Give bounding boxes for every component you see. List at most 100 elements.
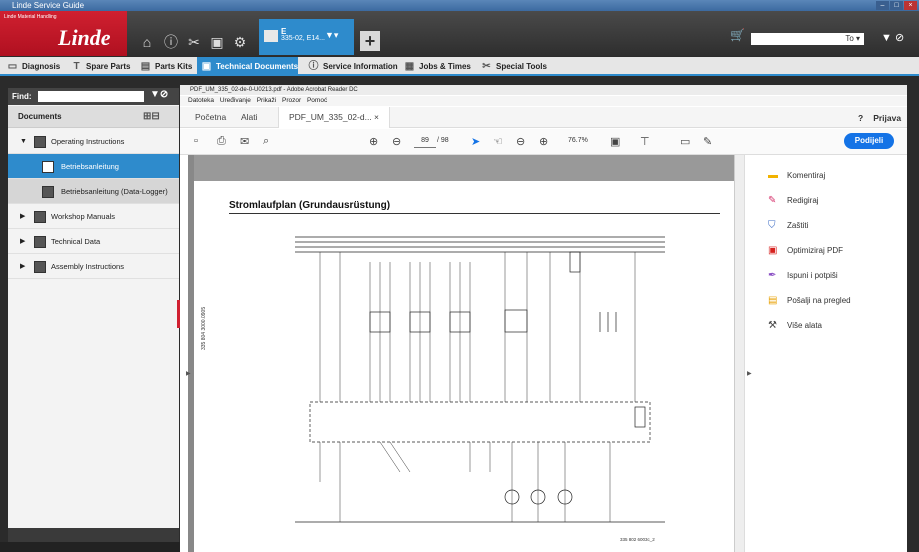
tool-redact[interactable]: ✎ Redigiraj (768, 195, 819, 206)
gear-icon[interactable]: ⚙ (231, 33, 249, 51)
minimize-button[interactable]: – (876, 1, 889, 10)
global-search-input[interactable]: To ▾ (751, 33, 864, 45)
filter-icon[interactable]: ▼ ⊘ (881, 31, 904, 44)
tool-protect[interactable]: ⛉ Zaštiti (768, 220, 808, 231)
chevron-right-icon[interactable]: ▶ (20, 229, 25, 254)
draw-icon[interactable]: ✎ (703, 135, 712, 148)
tool-optimize[interactable]: ▣ Optimiziraj PDF (768, 245, 843, 256)
tab-tools[interactable]: Alati (241, 107, 258, 128)
tree-view-icon[interactable]: ⊞⊟ (143, 111, 160, 122)
tool-fill-sign[interactable]: ✒ Ispuni i potpiši (768, 270, 838, 281)
forklift-icon (264, 30, 278, 42)
collapse-right-icon[interactable]: ▶ (747, 370, 752, 377)
tab-technical-documents[interactable]: ▣ Technical Documents (197, 57, 298, 76)
zoom-in-icon[interactable]: ⊕ (539, 135, 548, 148)
tree-item-betriebsanleitung-data-logger[interactable]: Betriebsanleitung (Data-Logger) (8, 179, 179, 204)
maximize-button[interactable]: □ (890, 1, 903, 10)
tree-item-technical-data[interactable]: ▶ Technical Data (8, 229, 179, 254)
zoom-select[interactable]: 76.7% (568, 134, 588, 148)
filter-icon[interactable]: ▼⊘ (150, 89, 168, 100)
info-icon: ⓘ (308, 61, 319, 73)
tab-home[interactable]: Početna (195, 107, 226, 128)
sign-in-link[interactable]: ? Prijava (858, 113, 901, 123)
select-cursor-icon[interactable]: ➤ (471, 135, 480, 148)
share-button[interactable]: Podijeli (844, 133, 894, 149)
acrobat-menubar[interactable]: Datoteka Uređivanje Prikaži Prozor Pomoć (180, 96, 907, 106)
tree-item-operating-instructions[interactable]: ▼ Operating Instructions (8, 129, 179, 154)
home-icon[interactable]: ⌂ (138, 33, 156, 51)
prev-page-icon[interactable]: ⊕ (369, 135, 378, 148)
tab-diagnosis[interactable]: ▭ Diagnosis (3, 57, 63, 76)
share-label: Podijeli (854, 136, 884, 145)
tree-item-betriebsanleitung[interactable]: Betriebsanleitung (8, 154, 179, 179)
zoom-out-icon[interactable]: ⊖ (516, 135, 525, 148)
tool-send-review[interactable]: ▤ Pošalji na pregled (768, 295, 851, 306)
acrobat-tabs: Početna Alati PDF_UM_335_02-d... × (180, 107, 907, 128)
main-tabbar: ▭ Diagnosis T Spare Parts ▤ Parts Kits ▣ Tec… (0, 57, 919, 76)
tool-label: Komentiraj (787, 171, 826, 180)
tab-label: Parts Kits (155, 62, 193, 71)
chevron-right-icon[interactable]: ▶ (20, 204, 25, 229)
tab-document[interactable]: PDF_UM_335_02-d... × (278, 107, 391, 128)
collapse-left-icon[interactable]: ▶ (186, 370, 191, 377)
tab-label: Jobs & Times (419, 62, 471, 71)
vertical-scrollbar[interactable] (734, 155, 744, 552)
tab-spare-parts[interactable]: T Spare Parts (67, 57, 130, 76)
tool-label: Redigiraj (787, 196, 819, 205)
wiring-schematic (295, 236, 665, 523)
add-context-button[interactable]: + (360, 31, 380, 51)
acrobat-toolbar: ▫ ⎙ ✉ ⌕ ⊕ ⊖ ➤ ☜ ⊖ ⊕ ▣ ⊤ ▭ ✎ (180, 129, 907, 155)
brand-name: Linde (58, 25, 111, 50)
panel-footer (8, 528, 179, 542)
tab-label: Special Tools (496, 62, 547, 71)
hand-tool-icon[interactable]: ☜ (493, 135, 503, 148)
email-icon[interactable]: ✉ (240, 135, 249, 148)
comment-icon: ▬ (768, 170, 778, 181)
book-icon (34, 136, 46, 148)
tree-item-workshop-manuals[interactable]: ▶ Workshop Manuals (8, 204, 179, 229)
tools-icon: ✂ (482, 61, 491, 73)
book-icon (34, 211, 46, 223)
comment-icon[interactable]: ▭ (680, 135, 690, 148)
tool-more-tools[interactable]: ⚒ Više alata (768, 320, 822, 331)
info-icon[interactable]: ⓘ (162, 33, 180, 51)
sign-in-label: Prijava (873, 113, 902, 123)
page-number-input[interactable]: 89 (414, 134, 436, 148)
help-icon[interactable]: ? (858, 113, 863, 123)
tree-label: Workshop Manuals (51, 212, 116, 221)
parts-icon: T (73, 61, 80, 73)
vehicle-context-selector[interactable]: E 335-02, E14... ▼▾ (259, 19, 354, 55)
find-input[interactable] (38, 91, 144, 102)
sign-icon: ✒ (768, 270, 777, 281)
menu-items[interactable]: Datoteka Uređivanje Prikaži Prozor Pomoć (188, 97, 327, 104)
tab-special-tools[interactable]: ✂ Special Tools (477, 57, 547, 76)
redact-icon: ✎ (768, 195, 777, 206)
more-tools-icon: ⚒ (768, 320, 777, 331)
filter-dropdown-icon[interactable]: ▼▾ (325, 30, 338, 41)
status-strip (0, 542, 180, 552)
documents-label: Documents (18, 112, 62, 121)
tree-label: Technical Data (51, 237, 101, 246)
tools-icon[interactable]: ✂ (185, 33, 203, 51)
truck-icon[interactable]: ▣ (208, 33, 226, 51)
search-icon[interactable]: ⌕ (263, 135, 269, 148)
close-button[interactable]: × (904, 1, 917, 10)
scroll-mode-icon[interactable]: ⊤ (640, 135, 650, 148)
tab-service-information[interactable]: ⓘ Service Information (304, 57, 398, 76)
print-icon[interactable]: ⎙ (217, 135, 226, 148)
cart-icon[interactable]: 🛒 (730, 28, 745, 42)
save-icon[interactable]: ▫ (194, 135, 198, 147)
title-rule (229, 213, 720, 214)
chevron-down-icon[interactable]: ▼ (20, 129, 27, 154)
tool-comment[interactable]: ▬ Komentiraj (768, 170, 825, 181)
fit-page-icon[interactable]: ▣ (610, 135, 620, 148)
tab-parts-kits[interactable]: ▤ Parts Kits (136, 57, 194, 76)
monitor-icon: ▭ (7, 61, 18, 73)
jobs-icon: ▦ (404, 61, 415, 73)
tree-item-assembly-instructions[interactable]: ▶ Assembly Instructions (8, 254, 179, 279)
tab-jobs-times[interactable]: ▦ Jobs & Times (400, 57, 471, 76)
chevron-right-icon[interactable]: ▶ (20, 254, 25, 279)
tree-label: Betriebsanleitung (Data-Logger) (61, 187, 168, 196)
next-page-icon[interactable]: ⊖ (392, 135, 401, 148)
context-line2: 335-02, E14... (281, 35, 325, 42)
